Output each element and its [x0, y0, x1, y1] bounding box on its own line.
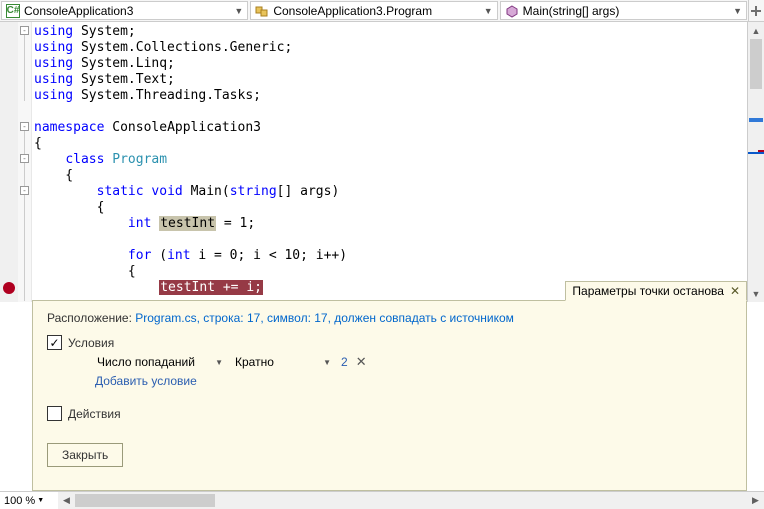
csharp-icon: C#: [6, 4, 20, 18]
conditions-checkbox[interactable]: [47, 335, 62, 350]
scrollbar-caret-mark: [748, 152, 764, 154]
navigation-bar: C# ConsoleApplication3 ▼ ConsoleApplicat…: [0, 0, 764, 22]
code-line: using System.Threading.Tasks;: [34, 88, 747, 104]
horizontal-scrollbar[interactable]: ◀ ▶: [58, 491, 764, 509]
chevron-down-icon: ▼: [234, 6, 243, 16]
condition-mode-label: Кратно: [235, 355, 274, 369]
condition-type-dropdown[interactable]: Число попаданий ▼: [95, 354, 225, 370]
fold-toggle[interactable]: -: [20, 186, 29, 195]
conditions-row: Условия: [47, 335, 732, 350]
code-line: [34, 104, 747, 120]
condition-mode-dropdown[interactable]: Кратно ▼: [233, 354, 333, 370]
scroll-down-arrow[interactable]: ▼: [748, 285, 764, 302]
close-button[interactable]: Закрыть: [47, 443, 123, 467]
scroll-thumb[interactable]: [75, 494, 215, 507]
code-line: for (int i = 0; i < 10; i++): [34, 248, 747, 264]
fold-toggle[interactable]: -: [20, 154, 29, 163]
code-editor: - - - - using System;using System.Collec…: [0, 22, 764, 302]
code-text-area[interactable]: using System;using System.Collections.Ge…: [32, 22, 747, 302]
method-icon: [505, 4, 519, 18]
code-line: static void Main(string[] args): [34, 184, 747, 200]
outline-gutter[interactable]: - - - -: [18, 22, 32, 302]
chevron-down-icon: ▼: [215, 358, 223, 367]
vertical-scrollbar[interactable]: ▲ ▼: [747, 22, 764, 302]
code-line: namespace ConsoleApplication3: [34, 120, 747, 136]
code-line: {: [34, 136, 747, 152]
hit-count-value[interactable]: 2: [341, 355, 348, 369]
code-line: int testInt = 1;: [34, 216, 747, 232]
location-row: Расположение: Program.cs, строка: 17, си…: [47, 311, 732, 325]
scope-class-label: ConsoleApplication3.Program: [273, 4, 432, 18]
breakpoint-gutter[interactable]: [0, 22, 18, 302]
panel-title-tab: Параметры точки останова ✕: [565, 281, 747, 301]
scroll-right-arrow[interactable]: ▶: [747, 492, 764, 509]
conditions-label: Условия: [68, 336, 114, 350]
add-condition-link[interactable]: Добавить условие: [95, 374, 732, 388]
fold-toggle[interactable]: -: [20, 122, 29, 131]
fold-toggle[interactable]: -: [20, 26, 29, 35]
code-line: [34, 232, 747, 248]
split-window-button[interactable]: [748, 0, 764, 21]
zoom-dropdown[interactable]: 100 % ▼: [0, 491, 58, 509]
chevron-down-icon: ▼: [484, 6, 493, 16]
code-line: using System;: [34, 24, 747, 40]
scope-method-dropdown[interactable]: Main(string[] args) ▼: [500, 1, 747, 20]
actions-checkbox[interactable]: [47, 406, 62, 421]
actions-label: Действия: [68, 407, 121, 421]
scroll-up-arrow[interactable]: ▲: [748, 22, 764, 39]
code-line: using System.Collections.Generic;: [34, 40, 747, 56]
close-icon[interactable]: ✕: [730, 284, 740, 298]
condition-entry-row: Число попаданий ▼ Кратно ▼ 2 ✕: [95, 354, 732, 370]
scope-class-dropdown[interactable]: ConsoleApplication3.Program ▼: [250, 1, 497, 20]
breakpoint-marker[interactable]: [3, 282, 15, 294]
chevron-down-icon: ▼: [37, 497, 44, 504]
breakpoint-settings-panel: Параметры точки останова ✕ Расположение:…: [32, 300, 747, 491]
chevron-down-icon: ▼: [733, 6, 742, 16]
code-line: {: [34, 200, 747, 216]
scope-project-dropdown[interactable]: C# ConsoleApplication3 ▼: [1, 1, 248, 20]
code-line: {: [34, 168, 747, 184]
condition-type-label: Число попаданий: [97, 355, 195, 369]
zoom-value: 100 %: [4, 495, 35, 507]
location-label: Расположение:: [47, 311, 135, 325]
scrollbar-change-mark: [749, 118, 763, 122]
actions-row: Действия: [47, 406, 732, 421]
scroll-thumb[interactable]: [750, 39, 762, 89]
code-line: using System.Linq;: [34, 56, 747, 72]
class-icon: [255, 4, 269, 18]
scope-project-label: ConsoleApplication3: [24, 4, 133, 18]
scope-method-label: Main(string[] args): [523, 4, 620, 18]
close-button-label: Закрыть: [62, 448, 108, 462]
code-line: {: [34, 264, 747, 280]
clear-condition-icon[interactable]: ✕: [356, 354, 367, 370]
location-link[interactable]: Program.cs, строка: 17, символ: 17, долж…: [135, 311, 514, 325]
panel-title-text: Параметры точки останова: [572, 284, 724, 298]
chevron-down-icon: ▼: [323, 358, 331, 367]
code-line: using System.Text;: [34, 72, 747, 88]
scroll-left-arrow[interactable]: ◀: [58, 492, 75, 509]
code-line: class Program: [34, 152, 747, 168]
